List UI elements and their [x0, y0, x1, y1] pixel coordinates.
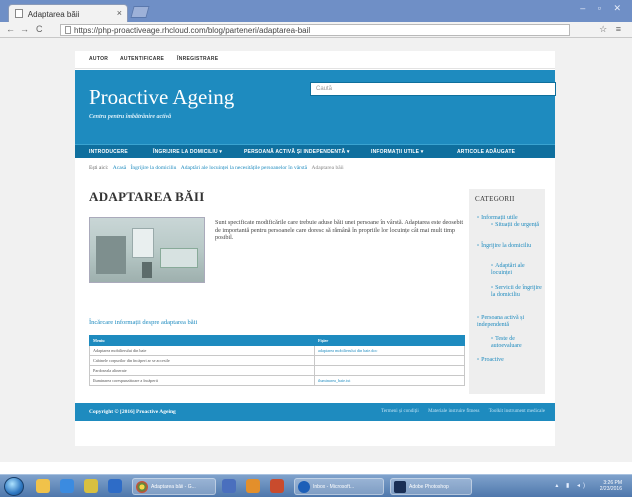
ie-icon[interactable]	[60, 479, 74, 493]
breadcrumb-link-acasa[interactable]: Acasă	[113, 165, 126, 171]
breadcrumb-prefix: Ești aici:	[89, 165, 109, 171]
taskbar-chrome-button[interactable]: Adaptarea băii - G...	[132, 478, 216, 495]
table-cell: Adaptarea mobilierului din baie	[89, 345, 315, 356]
file-link	[314, 365, 465, 376]
file-link[interactable]: iluminarea_baie.txt	[314, 375, 465, 386]
taskbar-photoshop-button[interactable]: Adobe Photoshop	[390, 478, 472, 495]
table-row: Pardoseala alinerate	[89, 365, 465, 376]
address-bar: ← → C https://php-proactiveage.rhcloud.c…	[0, 22, 632, 38]
table-row: Adaptarea mobilierului din baie adaptare…	[89, 345, 465, 356]
site-footer: Copyright © [2016] Proactive Ageing Term…	[75, 403, 555, 421]
nav-ingrijire[interactable]: ÎNGRIJIRE LA DOMICILIU ▾	[153, 149, 222, 155]
page-title: ADAPTAREA BĂII	[89, 189, 205, 204]
downloads-table: Meniu Fișier Adaptarea mobilierului din …	[89, 335, 465, 386]
search-input[interactable]: Caută	[310, 82, 556, 96]
sidebar-item-ingrijire[interactable]: ▫ Îngrijire la domiciliu	[477, 243, 537, 250]
table-header-meniu: Meniu	[89, 335, 315, 346]
breadcrumb-link-ingrijire[interactable]: Îngrijire la domiciliu	[131, 165, 177, 171]
app-icon[interactable]	[222, 479, 236, 493]
table-row: Iluminarea corespunzătoare a încăperii i…	[89, 375, 465, 386]
app-icon[interactable]	[246, 479, 260, 493]
table-cell: Pardoseala alinerate	[89, 365, 315, 376]
table-row: Cabinele corpurilor din încăperi ar se a…	[89, 355, 465, 366]
sidebar-item-teste[interactable]: ▫ Teste de autoevaluare	[491, 336, 543, 350]
footer-link-materiale[interactable]: Materiale instruire fitness	[428, 409, 479, 414]
download-heading[interactable]: Încărcare informații despre adaptarea bă…	[89, 319, 197, 326]
browser-tab[interactable]: Adaptarea băii ×	[8, 4, 128, 22]
footer-link-toolkit[interactable]: Toolkit instrument medicale	[489, 409, 545, 414]
explorer-icon[interactable]	[36, 479, 50, 493]
url-input[interactable]: https://php-proactiveage.rhcloud.com/blo…	[60, 24, 570, 36]
player-icon[interactable]	[84, 479, 98, 493]
nav-informatii-utile[interactable]: INFORMAȚII UTILE ▾	[371, 149, 424, 155]
main-nav: INTRODUCERE ÎNGRIJIRE LA DOMICILIU ▾ PER…	[75, 144, 555, 158]
copyright: Copyright © [2016] Proactive Ageing	[89, 409, 176, 415]
start-button[interactable]	[4, 477, 24, 496]
window-controls[interactable]: – ▫ ✕	[580, 3, 626, 14]
table-header-fisier: Fișier	[314, 335, 465, 346]
site-tagline: Centru pentru îmbătrânire activă	[89, 114, 172, 120]
sidebar-item-adaptari[interactable]: ▫ Adaptări ale locuinței	[491, 263, 543, 277]
taskbar-outlook-button[interactable]: Inbox - Microsoft...	[294, 478, 384, 495]
tab-title: Adaptarea băii	[27, 10, 80, 19]
browser-tab-strip: Adaptarea băii × – ▫ ✕	[0, 0, 632, 22]
topnav-autentificare[interactable]: AUTENTIFICARE	[120, 56, 164, 62]
page-icon	[65, 26, 71, 34]
sidebar-title: CATEGORII	[475, 195, 515, 203]
system-tray-icons[interactable]: ▴ ▮ ◂)	[555, 482, 588, 489]
sidebar-item-proactive[interactable]: ▫ Proactive	[477, 357, 543, 364]
topnav-autor[interactable]: AUTOR	[89, 56, 108, 62]
table-cell: Iluminarea corespunzătoare a încăperii	[89, 375, 315, 386]
taskbar: Adaptarea băii - G... Inbox - Microsoft.…	[0, 474, 632, 497]
site-title[interactable]: Proactive Ageing	[89, 85, 234, 110]
file-link	[314, 355, 465, 366]
breadcrumb: Ești aici: Acasă Îngrijire la domiciliu …	[89, 165, 344, 171]
breadcrumb-current: Adaptarea băii	[311, 165, 344, 171]
top-nav: AUTOR AUTENTIFICARE ÎNREGISTRARE	[75, 51, 555, 69]
bathroom-photo	[89, 217, 205, 283]
close-icon[interactable]: ×	[117, 8, 122, 18]
breadcrumb-link-adaptari[interactable]: Adaptări ale locuinței la necesitățile p…	[181, 165, 307, 171]
footer-link-termeni[interactable]: Termeni și condiții	[381, 409, 419, 414]
nav-persoana-activa[interactable]: PERSOANĂ ACTIVĂ ȘI INDEPENDENTĂ ▾	[244, 149, 350, 155]
site-container: AUTOR AUTENTIFICARE ÎNREGISTRARE Proacti…	[75, 51, 556, 446]
app-icon[interactable]	[270, 479, 284, 493]
footer-links: Termeni și condiții Materiale instruire …	[373, 409, 545, 414]
nav-introducere[interactable]: INTRODUCERE	[89, 149, 128, 155]
intro-text: Sunt specificate modificările care trebu…	[215, 219, 464, 241]
url-text: https://php-proactiveage.rhcloud.com/blo…	[74, 26, 311, 35]
app-icon[interactable]	[108, 479, 122, 493]
new-tab-button[interactable]	[130, 6, 150, 18]
site-header: Proactive Ageing Centru pentru îmbătrâni…	[75, 70, 556, 144]
file-link[interactable]: adaptarea mobilierului din baie.doc	[314, 345, 465, 356]
forward-icon[interactable]: →	[20, 24, 29, 34]
back-icon[interactable]: ←	[6, 24, 15, 34]
page-icon	[15, 9, 23, 18]
sidebar-item-informatii[interactable]: ▫ Informații utile	[477, 215, 543, 222]
nav-articole[interactable]: ARTICOLE ADĂUGATE	[457, 149, 515, 155]
topnav-inregistrare[interactable]: ÎNREGISTRARE	[177, 56, 218, 62]
sidebar-item-urgenta[interactable]: ▫ Situații de urgență	[491, 222, 543, 229]
categories-sidebar: CATEGORII ▫ Informații utile ▫ Situații de…	[469, 189, 545, 394]
sidebar-item-persoana[interactable]: ▫ Persoana activă și independentă	[477, 315, 543, 329]
page-viewport: AUTOR AUTENTIFICARE ÎNREGISTRARE Proacti…	[0, 38, 632, 462]
sidebar-item-servicii[interactable]: ▫ Servicii de îngrijire la domiciliu	[491, 285, 543, 299]
clock[interactable]: 3:26 PM 2/23/2016	[600, 480, 622, 492]
browser-tools[interactable]: ☆ ≡	[599, 24, 624, 35]
table-cell: Cabinele corpurilor din încăperi ar se a…	[89, 355, 315, 366]
reload-icon[interactable]: C	[36, 24, 43, 34]
